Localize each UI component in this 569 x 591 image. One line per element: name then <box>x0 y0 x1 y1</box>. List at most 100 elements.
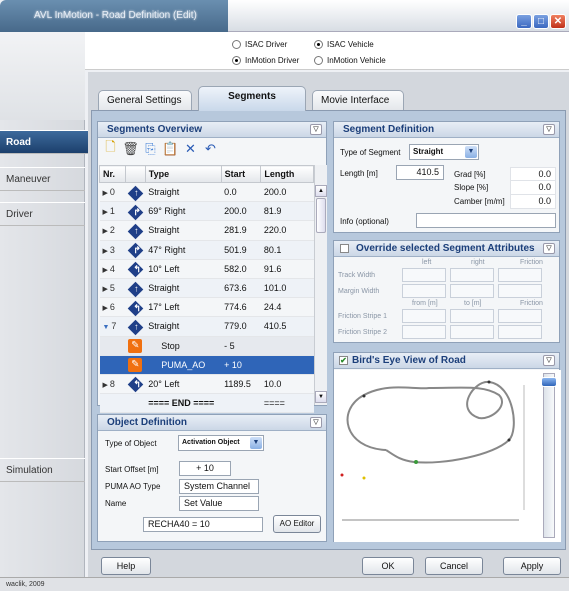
minimize-button[interactable]: _ <box>516 14 532 29</box>
collapsed-arrow-icon[interactable]: ▶ <box>103 209 110 216</box>
ao-editor-button[interactable]: AO Editor <box>273 515 321 533</box>
table-row[interactable]: ▶ 8 ↰ 20° Left 1189.5 10.0 <box>99 374 314 395</box>
segment-type-select[interactable]: Straight ▼ <box>409 144 479 160</box>
tab-segments[interactable]: Segments <box>198 86 306 111</box>
paste-icon[interactable]: 📋 <box>162 140 179 157</box>
collapsed-arrow-icon[interactable]: ▶ <box>103 228 110 235</box>
option-inmotion-vehicle[interactable]: InMotion Vehicle <box>314 56 386 65</box>
collapse-segment-def-button[interactable]: ▽ <box>543 124 555 135</box>
copy-icon[interactable]: ⎘ <box>142 140 159 157</box>
row-icon-cell: ↱ <box>125 201 146 222</box>
fs1-from-field[interactable] <box>402 309 446 323</box>
collapsed-arrow-icon[interactable]: ▶ <box>103 248 110 255</box>
col-length[interactable]: Length <box>260 165 314 183</box>
radio-isac-vehicle[interactable] <box>314 40 323 49</box>
ok-button[interactable]: OK <box>362 557 414 575</box>
collapsed-arrow-icon[interactable]: ▶ <box>103 267 110 274</box>
fs1-friction-field[interactable] <box>498 309 542 323</box>
collapsed-arrow-icon[interactable]: ▶ <box>103 305 110 312</box>
info-field[interactable] <box>416 213 556 228</box>
table-row[interactable]: ▶ 4 ↰ 10° Left 582.0 91.6 <box>99 259 314 279</box>
help-button[interactable]: Help <box>101 557 151 575</box>
apply-button[interactable]: Apply <box>503 557 561 575</box>
zoom-slider[interactable] <box>541 373 557 538</box>
option-inmotion-driver[interactable]: InMotion Driver <box>232 56 299 65</box>
length-field[interactable]: 410.5 <box>396 165 444 180</box>
collapse-override-button[interactable]: ▽ <box>543 243 555 254</box>
collapsed-arrow-icon[interactable]: ▶ <box>103 190 110 197</box>
camber-field[interactable]: 0.0 <box>510 194 556 209</box>
slope-field[interactable]: 0.0 <box>510 180 556 195</box>
margin-friction-field[interactable] <box>498 284 542 298</box>
table-row[interactable]: ▶ 0 ↑ Straight 0.0 200.0 <box>99 182 314 203</box>
segments-overview-title: Segments Overview <box>107 124 203 135</box>
table-row[interactable]: ▶ 3 ↱ 47° Right 501.9 80.1 <box>99 240 314 260</box>
undo-icon[interactable]: ↶ <box>202 140 219 157</box>
collapse-object-button[interactable]: ▽ <box>310 417 322 428</box>
table-row[interactable]: ▶ 5 ↑ Straight 673.6 101.0 <box>99 278 314 299</box>
row-icon-cell <box>125 393 146 414</box>
override-checkbox[interactable] <box>340 244 349 253</box>
fs1-to-field[interactable] <box>450 309 494 323</box>
birds-eye-checkbox[interactable]: ✔ <box>339 356 348 365</box>
slope-label: Slope [%] <box>454 183 489 192</box>
chevron-down-icon: ▼ <box>465 146 477 158</box>
fs2-to-field[interactable] <box>450 325 494 339</box>
object-type-select[interactable]: Activation Object ▼ <box>178 435 264 451</box>
track-friction-field[interactable] <box>498 268 542 282</box>
collapse-birds-eye-button[interactable]: ▽ <box>543 355 555 366</box>
col-type[interactable]: Type <box>144 165 222 183</box>
row-type: ==== END ==== <box>145 393 222 414</box>
row-length <box>260 355 314 375</box>
nav-item-maneuver[interactable]: Maneuver <box>0 167 85 191</box>
fs2-from-field[interactable] <box>402 325 446 339</box>
maximize-button[interactable]: □ <box>533 14 549 29</box>
nav-item-road[interactable]: Road <box>0 130 94 154</box>
nav-item-driver[interactable]: Driver <box>0 202 85 226</box>
cancel-button[interactable]: Cancel <box>425 557 483 575</box>
tab-movie-interface[interactable]: Movie Interface <box>312 90 404 110</box>
collapse-segments-button[interactable]: ▽ <box>310 124 322 135</box>
fs2-friction-field[interactable] <box>498 325 542 339</box>
table-row[interactable]: ▶ 6 ↰ 17° Left 774.6 24.4 <box>99 297 314 318</box>
table-row[interactable]: ==== END ==== ==== <box>99 393 314 414</box>
close-button[interactable]: ✕ <box>550 14 566 29</box>
margin-left-field[interactable] <box>402 284 446 298</box>
margin-right-field[interactable] <box>450 284 494 298</box>
table-row[interactable]: ✎ PUMA_AO + 10 <box>99 355 314 375</box>
segments-scrollbar[interactable]: ▲ ▼ <box>314 165 327 405</box>
segments-table: Nr. Type Start Length ▶ 0 ↑ Straight 0.0 200… <box>99 165 314 414</box>
option-isac-driver[interactable]: ISAC Driver <box>232 40 287 49</box>
table-row[interactable]: ▶ 1 ↱ 69° Right 200.0 81.9 <box>99 201 314 222</box>
col-start[interactable]: Start <box>220 165 262 183</box>
new-segment-icon[interactable]: 🗋 <box>102 139 119 157</box>
delete-segment-icon[interactable]: 🗑 <box>122 140 139 157</box>
row-icon-cell: ↰ <box>125 259 146 279</box>
cut-icon[interactable]: ✕ <box>182 140 199 157</box>
table-row[interactable]: ✎ Stop - 5 <box>99 336 314 356</box>
track-left-field[interactable] <box>402 268 446 282</box>
row-length: 101.0 <box>260 278 314 299</box>
collapsed-arrow-icon[interactable]: ▶ <box>103 382 110 389</box>
expression-field[interactable]: RECHA40 = 10 <box>143 517 263 532</box>
table-row[interactable]: ▶ 2 ↑ Straight 281.9 220.0 <box>99 220 314 241</box>
track-right-field[interactable] <box>450 268 494 282</box>
road-map-view[interactable] <box>334 370 561 542</box>
zoom-slider-handle[interactable] <box>541 377 557 387</box>
radio-isac-driver[interactable] <box>232 40 241 49</box>
scroll-thumb[interactable] <box>316 198 326 233</box>
radio-inmotion-driver[interactable] <box>232 56 241 65</box>
scroll-up-button[interactable]: ▲ <box>315 185 327 197</box>
collapsed-arrow-icon[interactable]: ▶ <box>103 286 110 293</box>
table-row[interactable]: ▼ 7 ↑ Straight 779.0 410.5 <box>99 316 314 337</box>
scroll-down-button[interactable]: ▼ <box>315 391 327 403</box>
row-type: Straight <box>145 182 222 203</box>
option-isac-vehicle[interactable]: ISAC Vehicle <box>314 40 374 49</box>
row-type: 17° Left <box>145 297 222 318</box>
start-offset-field[interactable]: + 10 <box>179 461 231 476</box>
puma-ao-type-field[interactable]: System Channel <box>179 479 259 494</box>
name-field[interactable]: Set Value <box>179 496 259 511</box>
nav-item-simulation[interactable]: Simulation <box>0 458 85 482</box>
tab-general-settings[interactable]: General Settings <box>98 90 192 110</box>
radio-inmotion-vehicle[interactable] <box>314 56 323 65</box>
